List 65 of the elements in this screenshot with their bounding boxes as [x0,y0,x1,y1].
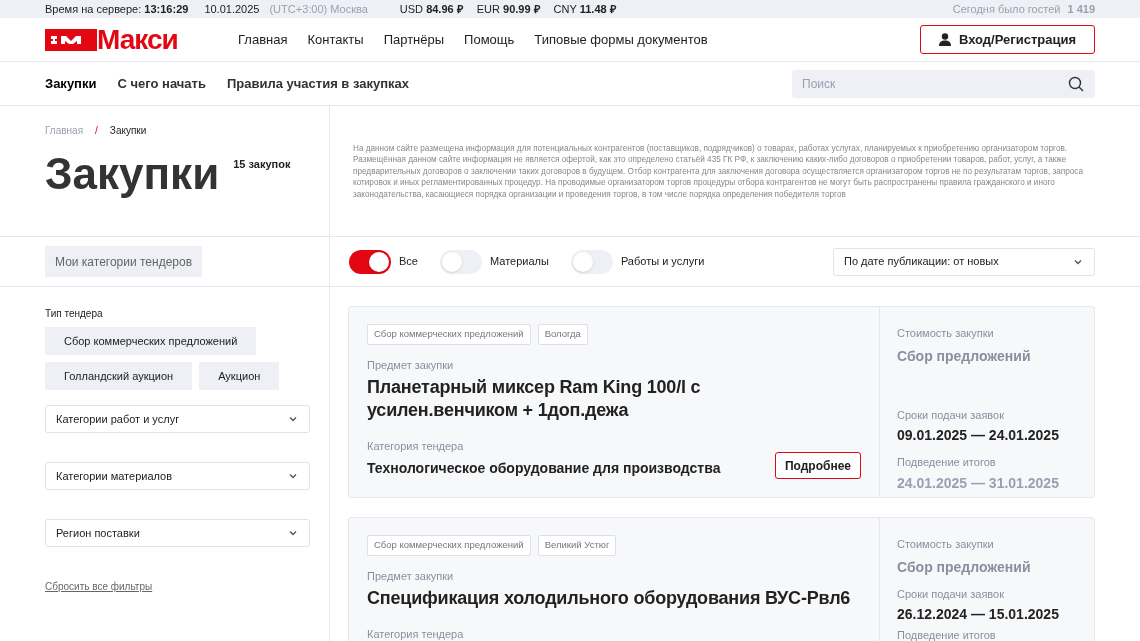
guests-count: Сегодня было гостей 1 419 [952,1,1095,17]
tender-type-button[interactable]: Сбор коммерческих предложений [45,327,257,355]
cost-value: Сбор предложений [897,557,1032,577]
user-icon [938,33,951,46]
nav-link[interactable]: Главная [238,29,288,50]
field-label: Предмет закупки [367,358,455,373]
field-label: Стоимость закупки [897,537,995,552]
logo-icon [45,28,97,51]
filter-dropdown[interactable]: Категории работ и услуг [45,405,310,433]
tag: Вологда [537,324,588,345]
tag: Великий Устюг [537,535,617,556]
nav-link[interactable]: Партнёры [383,29,445,50]
field-label: Категория тендера [367,626,464,641]
reset-filters-link[interactable]: Сбросить все фильтры [45,579,310,594]
nav-link[interactable]: Помощь [464,29,515,50]
toggle-switch[interactable] [439,249,482,274]
details-button[interactable]: Подробнее [774,452,861,479]
toggle-label: Материалы [489,254,549,270]
filter-label: Тип тендера [45,307,104,321]
server-time: Время на сервере: 13:16:29 [45,1,189,17]
cost-value: Сбор предложений [897,346,1032,366]
currency-rate: CNY 11.48 ₽ [553,1,616,17]
toggle-switch[interactable] [349,249,391,274]
nav-link[interactable]: Типовые формы документов [534,29,708,50]
subnav-tab[interactable]: Правила участия в закупках [226,73,409,94]
subnav-tab[interactable]: Закупки [45,73,97,94]
logo-text: Макси [97,25,178,54]
deadline-dates: 26.12.2024 — 15.01.2025 [897,605,1060,624]
currency-rate: USD 84.96 ₽ [399,1,463,17]
currency-rate: EUR 90.99 ₽ [476,1,540,17]
subject-title: Спецификация холодильного оборудования ВУС-Рвл6 [367,586,852,610]
field-label: Категория тендера [367,438,465,454]
procurement-count: 15 закупок [233,157,291,172]
filter-dropdown[interactable]: Категории материалов [45,462,310,490]
tag: Сбор коммерческих предложений [367,535,531,556]
tender-type-button[interactable]: Аукцион [199,362,280,390]
field-label: Сроки подачи заявок [897,586,1006,602]
filter-dropdown[interactable]: Регион поставки [45,519,310,547]
field-label: Подведение итогов [897,455,997,470]
toggle-switch[interactable] [570,249,613,274]
field-label: Стоимость закупки [897,326,995,341]
tag: Сбор коммерческих предложений [367,324,531,345]
results-dates: 24.01.2025 — 31.01.2025 [897,473,1060,493]
tender-type-button[interactable]: Голландский аукцион [45,362,193,390]
toggle-label: Работы и услуги [620,254,705,270]
my-categories-button[interactable]: Мои категории тендеров [45,246,203,277]
search-field[interactable]: Поиск [792,69,1095,98]
disclaimer-text: На данном сайте размещена информация для потенциальных контрагентов (поставщиков, подрядчиков) о товарах, работах услугах, планируемых к приобретению организатором торгов. Размещённая данном сайте информация не является офертой, как это определено статьёй 435 ГК РФ, к заключению каких-либо договоров о приобретении товаров, работ, услуг, а также предварительных договоров о заключении таких договоров в будущем. Отбор контрагента для заключения договора осуществляется организатором торгов не по результатам торгов, запроса котировок и иных регламентированных процедур. На проводимые организатором торгов процедуры отбора контрагентов не могут быть распространены правила гражданского и иного законодательства, касающиеся порядка организации и проведения торгов, в том числе порядка определения победителя торгов [352,143,1084,201]
subject-title: Планетарный миксер Ram King 100/l с усилен.венчиком + 1доп.дежа [367,375,702,422]
category-text: Технологическое оборудование для производства [367,459,721,478]
sort-dropdown[interactable]: По дате публикации: от новых [833,247,1095,276]
breadcrumb-current: Закупки [109,124,147,138]
subnav-tab[interactable]: С чего начать [117,73,206,94]
field-label: Предмет закупки [367,569,455,584]
deadline-dates: 09.01.2025 — 24.01.2025 [897,426,1060,445]
search-icon[interactable] [1068,75,1084,92]
page-title: Закупки [45,152,220,196]
field-label: Сроки подачи заявок [897,407,1006,423]
timezone-text: (UTC+3:00) Москва [269,1,368,17]
field-label: Подведение итогов [897,628,997,641]
toggle-label: Все [399,254,418,270]
date-text: 10.01.2025 [204,1,260,17]
nav-link[interactable]: Контакты [307,29,364,50]
breadcrumb-separator: / [95,124,98,138]
login-button[interactable]: Вход/Регистрация [919,25,1095,54]
